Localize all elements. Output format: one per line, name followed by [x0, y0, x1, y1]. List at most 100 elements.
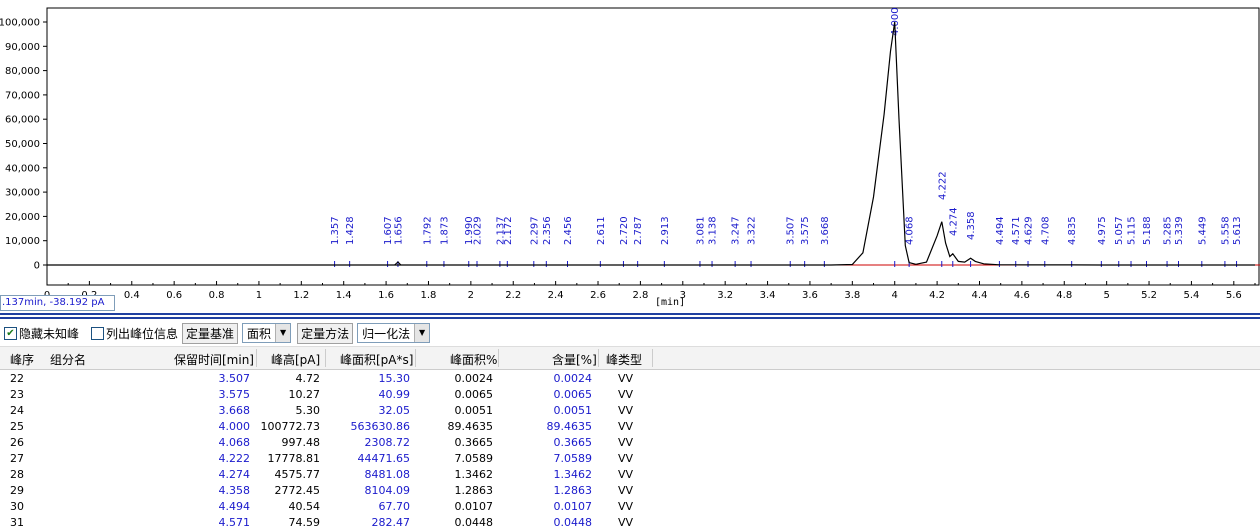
chromatogram-plot[interactable]: 0 10,000 20,000 30,000 40,000 50,000 60,000 70,… — [0, 0, 1260, 312]
peak-retention-label: 3.668 — [820, 216, 831, 245]
cell-content: 0.0065 — [553, 388, 593, 401]
cell-content: 0.0024 — [553, 372, 593, 385]
table-row[interactable]: 28 4.274 4575.77 8481.08 1.3462 1.3462 VV — [0, 466, 1260, 482]
x-tick-label: 4 — [892, 290, 898, 301]
y-tick-label: 100,000 — [0, 18, 40, 29]
table-row[interactable]: 31 4.571 74.59 282.47 0.0448 0.0448 VV — [0, 514, 1260, 530]
cell-peak-area: 2308.72 — [364, 436, 411, 449]
cell-retention-time: 4.274 — [218, 468, 251, 481]
table-row[interactable]: 29 4.358 2772.45 8104.09 1.2863 1.2863 VV — [0, 482, 1260, 498]
peak-retention-label: 1.357 — [330, 216, 341, 245]
table-row[interactable]: 25 4.000 100772.73 563630.86 89.4635 89.4635 V… — [0, 418, 1260, 434]
y-tick-label: 50,000 — [5, 139, 40, 150]
x-tick-label: 2.8 — [632, 290, 648, 301]
cell-retention-time: 3.575 — [218, 388, 251, 401]
cell-peak-height: 17778.81 — [267, 452, 321, 465]
table-row[interactable]: 24 3.668 5.30 32.05 0.0051 0.0051 VV — [0, 402, 1260, 418]
cell-peak-area: 8481.08 — [364, 468, 411, 481]
cell-peak-index: 31 — [10, 516, 24, 529]
cell-peak-height: 10.27 — [288, 388, 321, 401]
cell-area-percent: 7.0589 — [454, 452, 494, 465]
y-tick-label: 80,000 — [5, 66, 40, 77]
col-header-retention-time[interactable]: 保留时间[min] — [174, 351, 254, 368]
peak-retention-label: 1.873 — [439, 216, 450, 245]
col-header-peak-height[interactable]: 峰高[pA] — [271, 351, 320, 368]
cell-retention-time: 4.571 — [218, 516, 251, 529]
cell-content: 0.3665 — [553, 436, 593, 449]
col-header-peak-index[interactable]: 峰序 — [10, 351, 34, 368]
cell-peak-height: 2772.45 — [274, 484, 321, 497]
table-row[interactable]: 23 3.575 10.27 40.99 0.0065 0.0065 VV — [0, 386, 1260, 402]
table-row[interactable]: 27 4.222 17778.81 44471.65 7.0589 7.0589 VV — [0, 450, 1260, 466]
peak-table-body: 22 3.507 4.72 15.30 0.0024 0.0024 VV 23 3.575 10.… — [0, 370, 1260, 530]
col-header-content[interactable]: 含量[%] — [552, 351, 597, 368]
cell-peak-index: 24 — [10, 404, 24, 417]
cell-content: 1.3462 — [553, 468, 593, 481]
peak-retention-label: 4.835 — [1067, 216, 1078, 245]
cell-area-percent: 89.4635 — [447, 420, 494, 433]
cell-peak-index: 22 — [10, 372, 24, 385]
pane-splitter[interactable] — [0, 313, 1260, 321]
col-header-component-name[interactable]: 组分名 — [50, 351, 86, 368]
x-axis-unit-label: [min] — [655, 297, 686, 308]
cell-retention-time: 4.222 — [218, 452, 251, 465]
y-tick-label: 40,000 — [5, 163, 40, 174]
y-tick-label: 90,000 — [5, 42, 40, 53]
list-peak-info-label: 列出峰位信息 — [106, 326, 179, 341]
table-row[interactable]: 30 4.494 40.54 67.70 0.0107 0.0107 VV — [0, 498, 1260, 514]
cell-peak-index: 23 — [10, 388, 24, 401]
table-row[interactable]: 22 3.507 4.72 15.30 0.0024 0.0024 VV — [0, 370, 1260, 386]
x-tick-label: 3.2 — [717, 290, 733, 301]
col-header-area-percent[interactable]: 峰面积% — [450, 351, 497, 368]
x-tick-label: 0.4 — [124, 290, 140, 301]
peak-table: 峰序 组分名 保留时间[min] 峰高[pA] 峰面积[pA*s] 峰面积% 含… — [0, 346, 1260, 530]
peak-retention-label: 5.558 — [1220, 216, 1231, 245]
y-tick-label: 30,000 — [5, 188, 40, 199]
cell-content: 0.0051 — [553, 404, 593, 417]
cell-area-percent: 0.0065 — [454, 388, 494, 401]
cell-peak-area: 282.47 — [371, 516, 411, 529]
peak-retention-label: 1.428 — [345, 216, 356, 245]
cell-peak-area: 67.70 — [378, 500, 411, 513]
cell-content: 0.0107 — [553, 500, 593, 513]
x-tick-label: 2.4 — [548, 290, 564, 301]
cell-area-percent: 0.0024 — [454, 372, 494, 385]
quant-method-select[interactable]: 归一化法 ▼ — [357, 323, 431, 343]
peak-retention-label: 5.115 — [1127, 216, 1138, 245]
peak-retention-label: 2.029 — [473, 216, 484, 245]
cell-peak-index: 27 — [10, 452, 24, 465]
cell-peak-area: 15.30 — [378, 372, 411, 385]
x-tick-label: 5.6 — [1226, 290, 1242, 301]
peak-retention-label: 3.507 — [786, 216, 797, 245]
cell-peak-index: 30 — [10, 500, 24, 513]
cell-peak-height: 74.59 — [288, 516, 321, 529]
cell-peak-type: VV — [618, 436, 634, 449]
x-tick-label: 0.8 — [209, 290, 225, 301]
cell-area-percent: 0.0051 — [454, 404, 494, 417]
peak-retention-label: 1.607 — [383, 216, 394, 245]
y-tick-label: 20,000 — [5, 212, 40, 223]
chromatogram-chart[interactable]: 0 10,000 20,000 30,000 40,000 50,000 60,000 70,… — [0, 0, 1260, 312]
dropdown-arrow-icon: ▼ — [414, 324, 430, 342]
peak-retention-label: 3.138 — [708, 216, 719, 245]
quant-basis-select[interactable]: 面积 ▼ — [242, 323, 292, 343]
x-tick-label: 3.6 — [802, 290, 818, 301]
cell-retention-time: 4.068 — [218, 436, 251, 449]
cell-area-percent: 0.3665 — [454, 436, 494, 449]
peak-retention-label: 4.708 — [1040, 216, 1051, 245]
col-header-peak-area[interactable]: 峰面积[pA*s] — [340, 351, 413, 368]
quant-basis-label: 定量基准 — [182, 322, 239, 344]
x-tick-label: 4.4 — [972, 290, 988, 301]
cell-peak-type: VV — [618, 388, 634, 401]
cell-retention-time: 4.494 — [218, 500, 251, 513]
cell-peak-area: 40.99 — [378, 388, 411, 401]
peak-retention-label: 2.720 — [619, 216, 630, 245]
peak-retention-label: 3.322 — [747, 216, 758, 245]
col-header-peak-type[interactable]: 峰类型 — [606, 351, 642, 368]
peak-retention-label: 4.222 — [937, 171, 948, 200]
hide-unknown-peaks-checkbox[interactable]: ✔ 隐藏未知峰 — [4, 325, 79, 342]
table-row[interactable]: 26 4.068 997.48 2308.72 0.3665 0.3665 VV — [0, 434, 1260, 450]
list-peak-info-checkbox[interactable]: 列出峰位信息 — [91, 325, 178, 342]
peak-retention-label: 1.656 — [393, 216, 404, 245]
cell-peak-type: VV — [618, 404, 634, 417]
